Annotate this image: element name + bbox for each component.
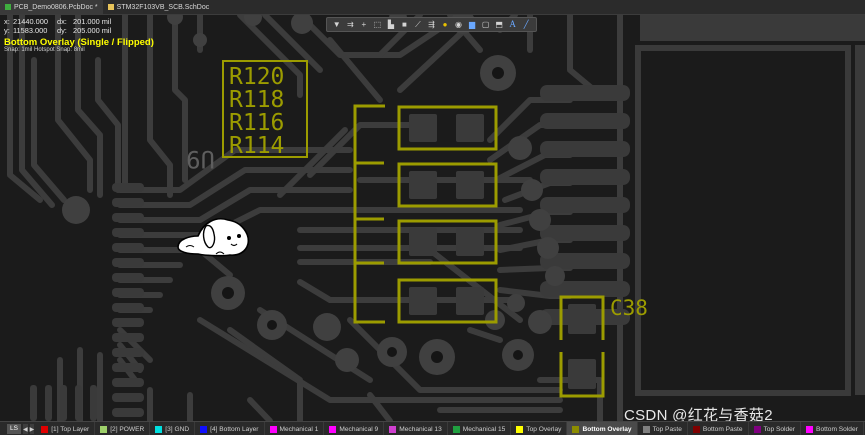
polygon-icon[interactable]: ⬒	[494, 19, 505, 30]
layer-color-swatch	[41, 425, 49, 433]
dx-value: 201.000 mil	[73, 17, 112, 26]
text-icon[interactable]: A	[507, 19, 518, 30]
tab-pcb-document[interactable]: PCB_Demo0806.PcbDoc *	[0, 0, 103, 14]
layer-tab-label: Bottom Paste	[702, 425, 743, 433]
x-label: x:	[4, 17, 10, 26]
layer-tab-label: Mechanical 13	[399, 425, 442, 433]
silkscreen-label-c38: C38	[610, 296, 648, 320]
y-value: 11583.000	[13, 26, 48, 35]
layer-color-swatch	[200, 425, 208, 433]
align-icon[interactable]: ▙	[385, 19, 396, 30]
snap-info: Snap: 1mil Hotspot Snap: 8mil	[4, 47, 85, 53]
layer-tab-bottom-overlay[interactable]: Bottom Overlay	[567, 422, 638, 435]
scroll-right-icon[interactable]: ▶	[29, 424, 35, 434]
layer-tab-2-power[interactable]: [2] POWER	[95, 422, 151, 435]
x-value: 21440.000	[13, 17, 48, 26]
layer-tab-bottom-paste[interactable]: Bottom Paste	[688, 422, 749, 435]
via-icon[interactable]: ◉	[453, 19, 464, 30]
layer-tab-mechanical-9[interactable]: Mechanical 9	[324, 422, 385, 435]
layer-tab-label: [3] GND	[165, 425, 190, 433]
copper-pour-edge	[855, 45, 865, 395]
layer-tab-label: [4] Bottom Layer	[210, 425, 259, 433]
pcb-canvas[interactable]: R120 R118 R116 R114 U9 C38	[0, 15, 865, 421]
layer-tab-label: Top Paste	[652, 425, 682, 433]
layer-set-button[interactable]: LS	[7, 424, 21, 434]
layer-tab-1-top-layer[interactable]: [1] Top Layer	[36, 422, 96, 435]
layer-color-swatch	[692, 425, 700, 433]
layer-color-swatch	[642, 425, 650, 433]
y-label: y:	[4, 26, 10, 35]
silkscreen-designator-u9: U9	[186, 145, 215, 173]
layer-color-swatch	[155, 425, 163, 433]
layer-tab-mechanical-15[interactable]: Mechanical 15	[448, 422, 512, 435]
layer-color-swatch	[572, 425, 580, 433]
layer-color-swatch	[452, 425, 460, 433]
tab-schematic-document[interactable]: STM32F103VB_SCB.SchDoc	[103, 0, 215, 14]
layer-tab-label: Mechanical 15	[462, 425, 506, 433]
component-icon[interactable]: ■	[399, 19, 410, 30]
layer-tab-top-overlay[interactable]: Top Overlay	[511, 422, 568, 435]
route-icon[interactable]: ⇉	[345, 19, 356, 30]
pad-icon[interactable]: ●	[440, 19, 451, 30]
layer-tab-label: Mechanical 9	[339, 425, 379, 433]
schematic-document-icon	[107, 4, 114, 10]
layer-tab-4-bottom-layer[interactable]: [4] Bottom Layer	[195, 422, 265, 435]
copper-pour	[640, 15, 865, 41]
filter-icon[interactable]: ▼	[331, 19, 342, 30]
layer-color-swatch	[806, 425, 814, 433]
layer-tab-top-paste[interactable]: Top Paste	[638, 422, 688, 435]
dy-value: 205.000 mil	[73, 26, 112, 35]
layer-tab-label: Bottom Overlay	[582, 425, 632, 433]
tab-label: PCB_Demo0806.PcbDoc *	[14, 3, 98, 11]
layer-tab-3-gnd[interactable]: [3] GND	[150, 422, 196, 435]
active-bar-toolbar: ▼ ⇉ + ⬚ ▙ ■ ⟋ ⇶ ● ◉ ▆ ▢ ⬒ A ╱	[326, 17, 537, 32]
layer-tab-label: [2] POWER	[110, 425, 145, 433]
coordinate-readout: x: 21440.000 dx: 201.000 mil y: 11583.00…	[4, 17, 111, 35]
add-icon[interactable]: +	[358, 19, 369, 30]
layer-color-swatch	[329, 425, 337, 433]
layer-tabs: [1] Top Layer [2] POWER [3] GND [4] Bottom …	[36, 422, 865, 435]
interactive-route-icon[interactable]: ⟋	[412, 19, 423, 30]
layer-tab-mechanical-13[interactable]: Mechanical 13	[384, 422, 448, 435]
layer-tab-label: [1] Top Layer	[51, 425, 90, 433]
select-rect-icon[interactable]: ⬚	[372, 19, 383, 30]
layer-tab-label: Bottom Solder	[816, 425, 858, 433]
silkscreen-label-r114: R114	[229, 133, 284, 159]
line-icon[interactable]: ╱	[521, 19, 532, 30]
layer-color-swatch	[389, 425, 397, 433]
chart-icon[interactable]: ▆	[467, 19, 478, 30]
dy-label: dy:	[57, 26, 67, 35]
connector-pads	[540, 85, 630, 325]
layer-color-swatch	[516, 425, 524, 433]
dx-label: dx:	[57, 17, 67, 26]
layer-color-swatch	[100, 425, 108, 433]
document-tab-bar: PCB_Demo0806.PcbDoc * STM32F103VB_SCB.Sc…	[0, 0, 865, 15]
layer-tab-bar: LS ◀ ▶ [1] Top Layer [2] POWER [3] GND [4] …	[0, 421, 865, 435]
layer-tab-top-solder[interactable]: Top Solder	[749, 422, 802, 435]
tab-label: STM32F103VB_SCB.SchDoc	[116, 3, 210, 11]
pcb-document-icon	[5, 4, 11, 10]
scroll-left-icon[interactable]: ◀	[22, 424, 28, 434]
layer-tab-label: Top Solder	[763, 425, 796, 433]
layer-tab-label: Mechanical 1	[279, 425, 319, 433]
pcb-editor-window: PCB_Demo0806.PcbDoc * STM32F103VB_SCB.Sc…	[0, 0, 865, 435]
layer-color-swatch	[753, 425, 761, 433]
region-icon[interactable]: ▢	[480, 19, 491, 30]
layer-tab-bottom-solder[interactable]: Bottom Solder	[801, 422, 864, 435]
layer-tab-mechanical-1[interactable]: Mechanical 1	[265, 422, 325, 435]
diff-pair-icon[interactable]: ⇶	[426, 19, 437, 30]
layer-color-swatch	[269, 425, 277, 433]
layer-tab-label: Top Overlay	[526, 425, 562, 433]
